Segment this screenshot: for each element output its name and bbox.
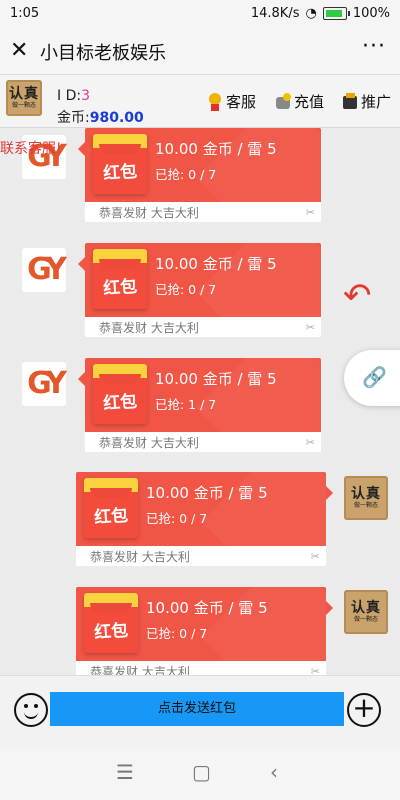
- battery-icon: [322, 7, 350, 20]
- packet-amount: 10.00 金币 / 雷 5: [146, 484, 268, 502]
- back-nav-icon[interactable]: ‹: [270, 760, 278, 784]
- recharge-button[interactable]: 充值: [274, 91, 324, 112]
- red-packet-card[interactable]: 红包 10.00 金币 / 雷 5 已抢: 0 / 7 恭喜发财 大吉大利 ✂: [78, 128, 321, 238]
- share-link-button[interactable]: 🔗: [344, 350, 400, 406]
- coin-balance-value: 980.00: [89, 110, 144, 126]
- promote-button[interactable]: 推广: [341, 91, 391, 112]
- sender-logo-icon: GY: [27, 366, 67, 401]
- packet-grabbed: 已抢: 1 / 7: [155, 397, 217, 412]
- packet-grabbed: 已抢: 0 / 7: [155, 282, 217, 297]
- bottom-input-bar: 点击发送红包 +: [0, 675, 400, 748]
- red-packet-card[interactable]: 红包 10.00 金币 / 雷 5 已抢: 0 / 7 恭喜发财 大吉大利 ✂: [76, 472, 333, 582]
- packet-wish: 恭喜发财 大吉大利: [99, 321, 199, 335]
- system-nav-bar: ☰ ▢ ‹: [0, 748, 400, 800]
- tools-icon: ✂: [305, 206, 315, 219]
- link-icon: 🔗: [362, 365, 387, 389]
- sender-logo-icon: GY: [27, 252, 67, 287]
- own-avatar[interactable]: 认真 做一颗态: [344, 590, 388, 634]
- user-avatar[interactable]: 认真 做一颗态: [6, 80, 42, 116]
- packet-wish: 恭喜发财 大吉大利: [99, 206, 199, 220]
- user-id: I D:3: [57, 88, 90, 104]
- customer-service-button[interactable]: 客服: [206, 91, 256, 112]
- red-envelope-icon: 红包: [84, 478, 138, 538]
- packet-grabbed: 已抢: 0 / 7: [155, 167, 217, 182]
- own-avatar[interactable]: 认真 做一颗态: [344, 476, 388, 520]
- medal-icon: [206, 92, 224, 111]
- page-title: 小目标老板娱乐: [40, 43, 166, 64]
- red-packet-card[interactable]: 红包 10.00 金币 / 雷 5 已抢: 0 / 7 恭喜发财 大吉大利 ✂: [78, 243, 321, 353]
- sender-avatar[interactable]: GY: [22, 362, 67, 406]
- tools-icon: ✂: [310, 550, 320, 563]
- packet-wish: 恭喜发财 大吉大利: [90, 550, 190, 564]
- red-envelope-icon: 红包: [93, 134, 147, 194]
- battery-level: 100%: [352, 6, 390, 21]
- menu-nav-icon[interactable]: ☰: [116, 760, 134, 784]
- status-bar: 1:05 14.8K/s ◔ 100%: [0, 0, 400, 28]
- packet-grabbed: 已抢: 0 / 7: [146, 511, 208, 526]
- red-envelope-icon: 红包: [84, 593, 138, 653]
- user-info-bar: 认真 做一颗态 I D:3 金币:980.00 客服 充值 推广: [0, 75, 400, 128]
- home-nav-icon[interactable]: ▢: [192, 760, 211, 784]
- packet-grabbed: 已抢: 0 / 7: [146, 626, 208, 641]
- packet-amount: 10.00 金币 / 雷 5: [155, 255, 277, 273]
- back-arrow-icon[interactable]: ↶: [343, 278, 379, 314]
- red-packet-card[interactable]: 红包 10.00 金币 / 雷 5 已抢: 1 / 7 恭喜发财 大吉大利 ✂: [78, 358, 321, 468]
- more-options-icon[interactable]: ···: [362, 34, 386, 59]
- network-speed: 14.8K/s: [250, 6, 300, 21]
- user-id-value: 3: [81, 88, 90, 104]
- title-bar: ✕ 小目标老板娱乐 ···: [0, 28, 400, 75]
- tools-icon: ✂: [305, 321, 315, 334]
- packet-amount: 10.00 金币 / 雷 5: [155, 140, 277, 158]
- close-icon[interactable]: ✕: [10, 38, 28, 63]
- send-red-packet-button[interactable]: 点击发送红包: [50, 692, 344, 726]
- packet-wish: 恭喜发财 大吉大利: [99, 436, 199, 450]
- emoji-icon[interactable]: [14, 693, 48, 727]
- red-envelope-icon: 红包: [93, 249, 147, 309]
- sender-avatar[interactable]: GY: [22, 248, 67, 292]
- red-envelope-icon: 红包: [93, 364, 147, 424]
- plus-icon[interactable]: +: [347, 693, 381, 727]
- scrolling-notice: 联系客服!: [0, 141, 62, 157]
- coin-balance: 金币:980.00: [57, 110, 144, 126]
- packet-amount: 10.00 金币 / 雷 5: [146, 599, 268, 617]
- status-time: 1:05: [10, 6, 40, 21]
- promote-icon: [341, 92, 359, 111]
- tools-icon: ✂: [305, 436, 315, 449]
- wifi-icon: ◔: [305, 6, 317, 21]
- packet-amount: 10.00 金币 / 雷 5: [155, 370, 277, 388]
- recharge-icon: [274, 92, 292, 111]
